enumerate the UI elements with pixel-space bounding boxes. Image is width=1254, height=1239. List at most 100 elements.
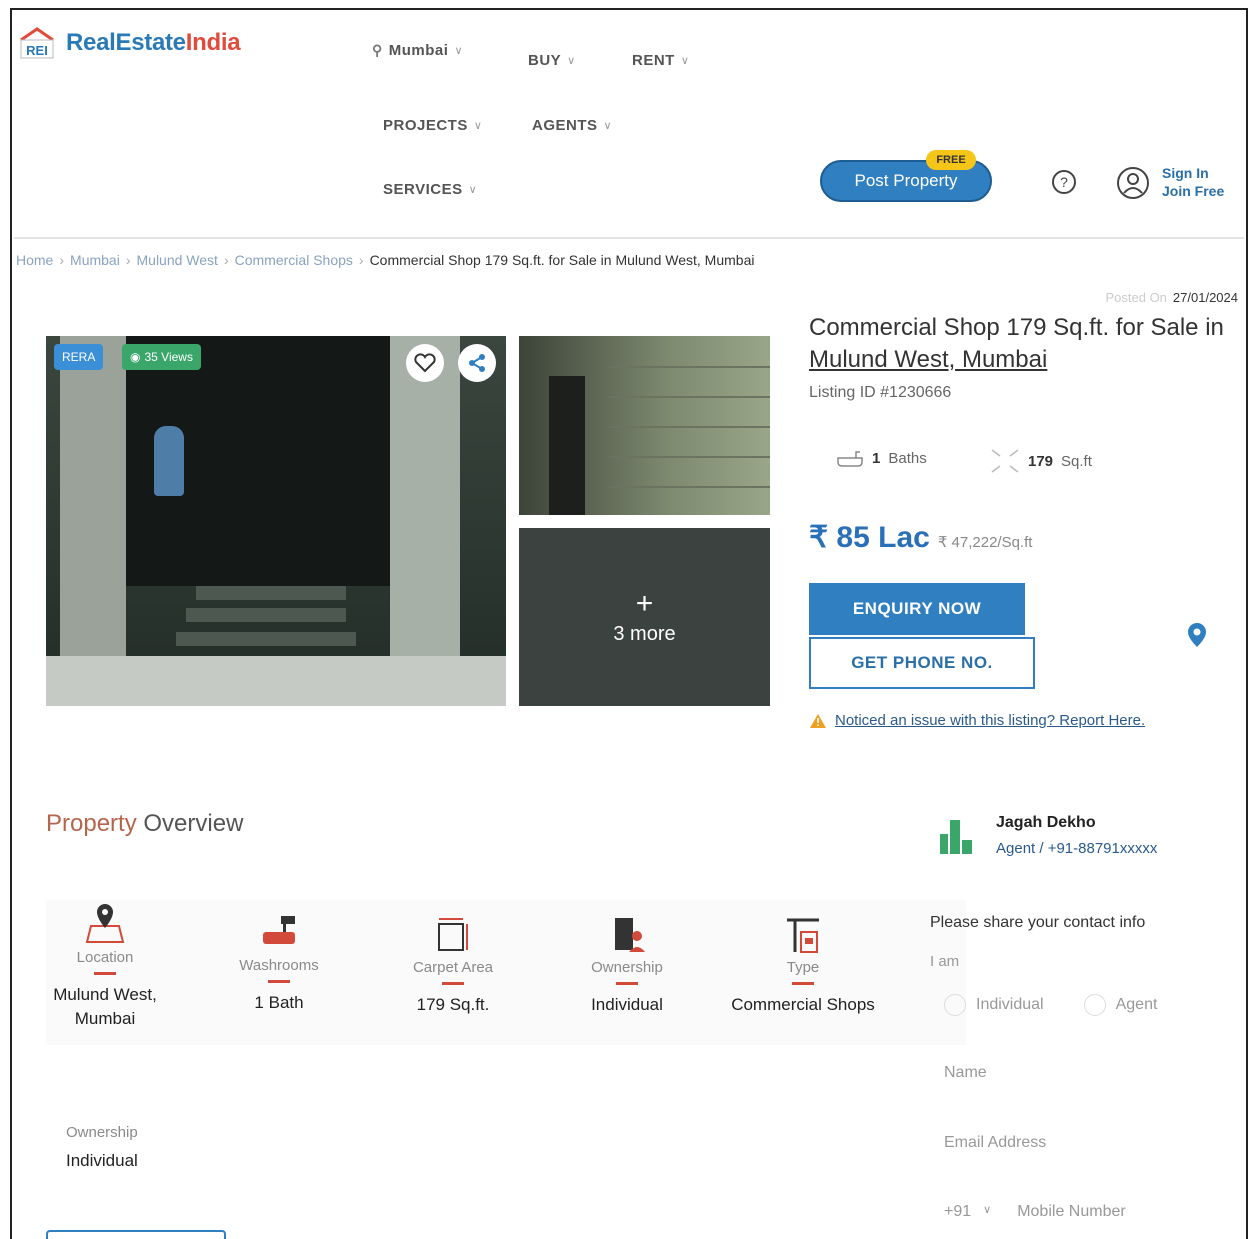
i-am-label: I am [930, 953, 960, 970]
nav-services[interactable]: SERVICES ∨ [383, 181, 477, 198]
share-button[interactable] [458, 344, 496, 382]
name-field[interactable]: Name [944, 1064, 987, 1082]
radio-circle-icon[interactable] [944, 994, 966, 1016]
report-listing-link[interactable]: Noticed an issue with this listing? Repo… [809, 712, 1145, 729]
chevron-down-icon: ∨ [454, 45, 463, 57]
radio-circle-icon[interactable] [1083, 994, 1106, 1016]
rera-badge: RERA [54, 344, 104, 370]
enquiry-now-button[interactable]: ENQUIRY NOW [809, 583, 1025, 635]
overview-strip: Location Mulund West, Mumbai Washrooms 1… [46, 900, 966, 1045]
area-spec: 179 Sq.ft [990, 448, 1092, 474]
photo-plank [609, 366, 770, 368]
user-type-radio-group: Individual Agent [944, 994, 1157, 1016]
views-badge: ◉ 35 Views [122, 344, 201, 370]
baths-spec: 1 Baths [836, 448, 927, 468]
nav-agents-label: AGENTS [532, 117, 598, 134]
listing-id: Listing ID #1230666 [809, 384, 952, 401]
svg-text:REI: REI [26, 43, 48, 58]
price-block: ₹ 85 Lac ₹ 47,222/Sq.ft [809, 520, 1032, 555]
radio-agent[interactable]: Agent [1083, 994, 1157, 1016]
photo-doorway [549, 376, 585, 515]
price-per-sqft: ₹ 47,222/Sq.ft [937, 534, 1033, 551]
help-icon[interactable]: ? [1052, 170, 1076, 194]
user-account-icon[interactable] [1116, 166, 1150, 200]
map-pin-icon[interactable] [1186, 622, 1208, 648]
plus-icon: + [635, 586, 654, 620]
overview-type: Type Commercial Shops [725, 914, 881, 1017]
map-pin-small-icon: ⚲ [372, 42, 383, 58]
area-icon [438, 918, 468, 951]
breadcrumb-home[interactable]: Home [16, 252, 53, 268]
overview-divider [94, 972, 116, 975]
share-icon [469, 354, 485, 372]
more-photos-tile[interactable]: + 3 more [519, 528, 770, 706]
overview-divider [792, 982, 814, 985]
get-phone-button[interactable]: GET PHONE NO. [809, 637, 1035, 689]
nav-rent-label: RENT [632, 52, 675, 69]
radio-individual[interactable]: Individual [944, 994, 1044, 1016]
sign-in-links[interactable]: Sign In Join Free [1162, 164, 1224, 200]
overview-location: Location Mulund West, Mumbai [30, 900, 180, 1031]
breadcrumb-category[interactable]: Commercial Shops [235, 252, 353, 268]
main-property-photo[interactable]: RERA ◉ 35 Views [46, 336, 506, 706]
favorite-button[interactable] [406, 344, 444, 382]
country-code-select[interactable]: +91 [944, 1203, 971, 1221]
listing-location-link[interactable]: Mulund West, Mumbai [809, 346, 1047, 373]
overview-divider [616, 982, 638, 985]
location-icon [85, 904, 125, 943]
chevron-down-icon: ∨ [473, 120, 483, 132]
crane-icon [787, 918, 819, 953]
chevron-down-icon: ∨ [983, 1204, 992, 1216]
property-overview-heading: Property Overview [46, 810, 244, 837]
photo-wall-left [60, 336, 126, 656]
contact-form-title: Please share your contact info [930, 914, 1146, 931]
city-selector[interactable]: ⚲ Mumbai ∨ [372, 42, 463, 59]
expand-area-icon [991, 449, 1019, 473]
ownership-label: Ownership [66, 1124, 138, 1141]
nav-projects[interactable]: PROJECTS ∨ [383, 117, 482, 134]
agent-contact: Agent / +91-88791xxxxx [996, 840, 1158, 857]
nav-buy-label: BUY [528, 52, 562, 69]
mobile-field: +91 ∨ Mobile Number [944, 1203, 1126, 1221]
chevron-down-icon: ∨ [468, 184, 478, 196]
photo-wall-right [390, 336, 460, 656]
mobile-number-input[interactable]: Mobile Number [1017, 1203, 1125, 1221]
city-label: Mumbai [388, 42, 449, 59]
nav-rent[interactable]: RENT ∨ [632, 52, 689, 69]
secondary-property-photo[interactable] [519, 336, 770, 515]
sign-in-link[interactable]: Sign In [1162, 164, 1224, 182]
email-field[interactable]: Email Address [944, 1134, 1046, 1152]
chevron-down-icon: ∨ [567, 55, 576, 67]
overview-divider [268, 980, 290, 983]
ownership-value: Individual [66, 1151, 138, 1170]
breadcrumb-city[interactable]: Mumbai [70, 252, 120, 268]
photo-step [176, 632, 356, 646]
more-photos-label: 3 more [613, 622, 676, 645]
nav-projects-label: PROJECTS [383, 117, 468, 134]
breadcrumb-current: Commercial Shop 179 Sq.ft. for Sale in M… [369, 252, 755, 268]
photo-plank [609, 486, 770, 488]
nav-services-label: SERVICES [383, 181, 463, 198]
join-free-link[interactable]: Join Free [1162, 182, 1224, 200]
photo-step [186, 608, 346, 622]
eye-icon: ◉ [130, 350, 141, 364]
nav-agents[interactable]: AGENTS ∨ [532, 117, 612, 134]
overview-divider [442, 982, 464, 985]
overview-ownership: Ownership Individual [552, 914, 702, 1017]
agent-name: Jagah Dekho [996, 814, 1096, 831]
breadcrumb-locality[interactable]: Mulund West [137, 252, 218, 268]
photo-step [196, 586, 346, 600]
heart-icon [414, 353, 436, 373]
photo-figure [154, 426, 184, 496]
bottom-outlined-button[interactable] [46, 1230, 226, 1239]
nav-buy[interactable]: BUY ∨ [528, 52, 576, 69]
breadcrumb: Home › Mumbai › Mulund West › Commercial Sh… [16, 252, 755, 268]
photo-plank [609, 426, 770, 428]
brand-name: RealEstateIndia [66, 29, 241, 56]
brand-logo[interactable]: REI RealEstateIndia [18, 26, 241, 60]
free-badge: FREE [926, 150, 976, 170]
warning-icon [810, 713, 826, 728]
bathtub-icon [837, 451, 863, 467]
overview-carpet-area: Carpet Area 179 Sq.ft. [378, 914, 528, 1017]
agent-building-icon [940, 820, 972, 854]
